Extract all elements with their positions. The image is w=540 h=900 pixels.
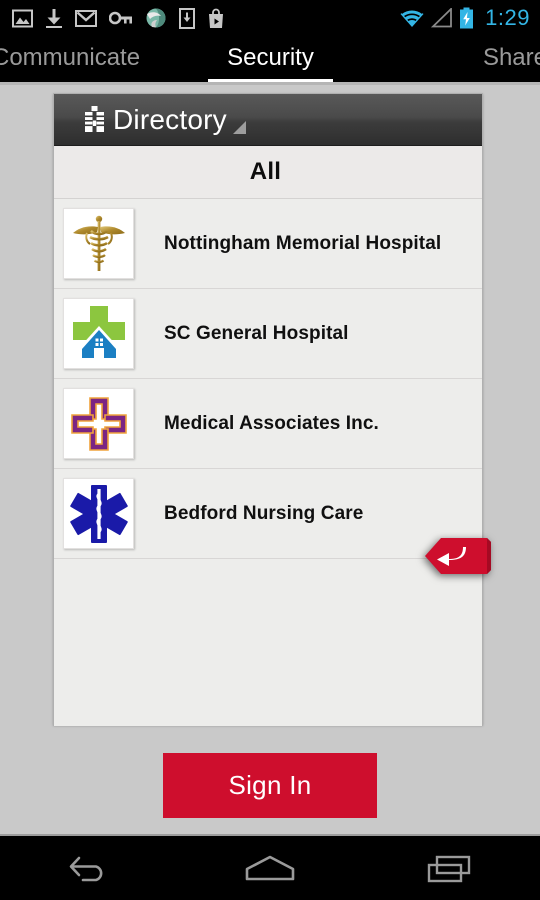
- cross-house-icon: [72, 305, 125, 360]
- status-time: 1:29: [485, 5, 530, 30]
- list-item-label: Medical Associates Inc.: [164, 412, 379, 434]
- directory-panel: Directory All Nottingham Memorial Hospit…: [53, 93, 491, 726]
- organization-logo: [63, 298, 134, 369]
- directory-list: Nottingham Memorial Hospital SC General …: [54, 199, 482, 726]
- browser-icon: [146, 8, 166, 28]
- download-icon: [46, 8, 62, 28]
- status-bar: 1:29: [0, 0, 540, 36]
- list-item-label: Nottingham Memorial Hospital: [164, 232, 442, 254]
- download-to-device-icon: [179, 7, 195, 29]
- list-item-label: Bedford Nursing Care: [164, 502, 364, 524]
- organization-logo: [63, 388, 134, 459]
- star-of-life-icon: [69, 484, 128, 543]
- nav-home-button[interactable]: [180, 836, 360, 900]
- sign-in-button[interactable]: Sign In: [163, 753, 377, 818]
- status-notification-icons: [12, 7, 399, 29]
- tab-share[interactable]: Share: [483, 36, 540, 82]
- return-arrow-button[interactable]: [425, 534, 491, 578]
- navigation-bar: [0, 836, 540, 900]
- organization-logo: [63, 478, 134, 549]
- tab-bar: Communicate Security Share: [0, 36, 540, 82]
- recents-icon: [427, 855, 471, 883]
- organization-logo: [63, 208, 134, 279]
- tab-communicate-label: Communicate: [0, 44, 141, 71]
- pinwheel-cross-icon: [70, 396, 127, 451]
- wifi-icon: [400, 8, 424, 27]
- tab-share-label: Share: [482, 44, 540, 71]
- play-store-icon: [209, 8, 223, 28]
- tab-security-label: Security: [227, 44, 314, 71]
- tab-communicate[interactable]: Communicate: [0, 36, 140, 82]
- caduceus-icon: [72, 215, 125, 271]
- directory-title: Directory: [113, 103, 227, 135]
- nav-recents-button[interactable]: [360, 836, 540, 900]
- sign-in-label: Sign In: [228, 770, 312, 800]
- list-item[interactable]: Nottingham Memorial Hospital: [54, 199, 482, 289]
- status-system-icons: 1:29: [399, 7, 530, 29]
- directory-filter-bar[interactable]: All: [54, 146, 482, 199]
- back-icon: [69, 856, 103, 882]
- tab-security[interactable]: Security: [208, 36, 333, 82]
- directory-header[interactable]: Directory: [54, 94, 482, 146]
- building-icon: [85, 106, 104, 132]
- signal-icon: [431, 8, 453, 28]
- directory-filter-label: All: [249, 158, 282, 185]
- gallery-icon: [12, 9, 33, 27]
- gmail-icon: [75, 9, 97, 27]
- list-item[interactable]: SC General Hospital: [54, 289, 482, 379]
- chevron-down-icon[interactable]: [232, 121, 246, 134]
- key-icon: [109, 11, 132, 25]
- battery-charging-icon: [460, 7, 474, 29]
- home-icon: [245, 855, 295, 881]
- list-item[interactable]: Bedford Nursing Care: [54, 469, 482, 559]
- phone-screen: 1:29 Communicate Security Share: [0, 0, 540, 900]
- list-item-label: SC General Hospital: [164, 322, 349, 344]
- tab-bar-divider: [0, 82, 540, 85]
- list-item[interactable]: Medical Associates Inc.: [54, 379, 482, 469]
- nav-back-button[interactable]: [0, 836, 180, 900]
